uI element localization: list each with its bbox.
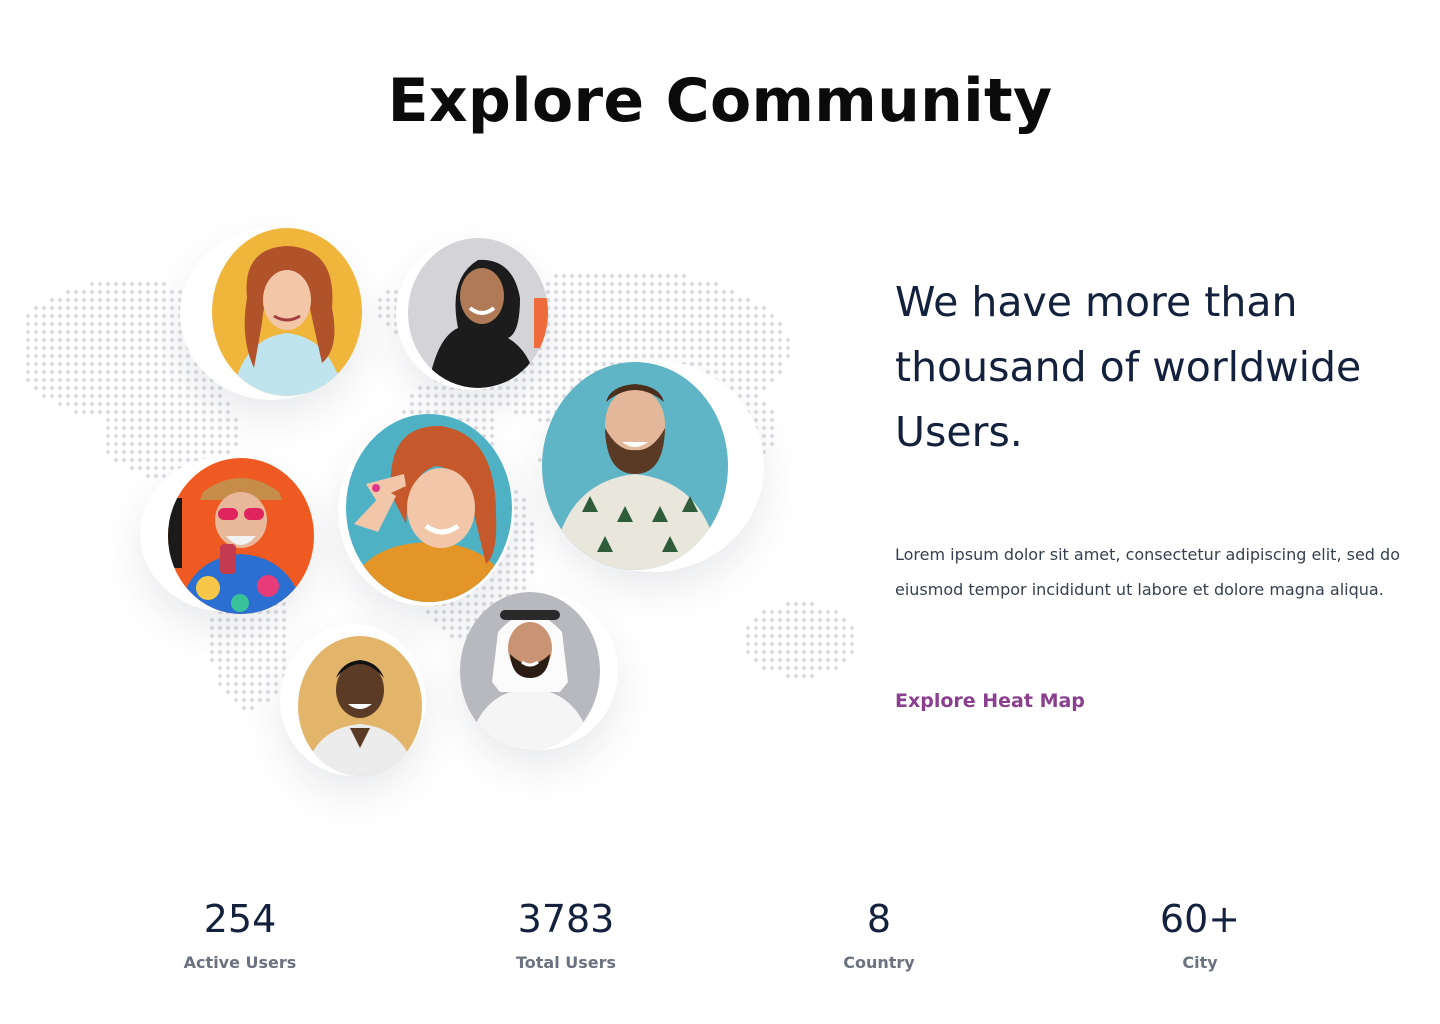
user-avatar[interactable] [212, 228, 362, 396]
stat-label: Total Users [515, 953, 617, 972]
stat-label: Country [843, 953, 915, 972]
user-avatar[interactable] [168, 458, 314, 614]
user-avatar[interactable] [460, 592, 600, 750]
stat-label: City [1182, 953, 1218, 972]
community-map [0, 200, 880, 820]
stat-value: 60+ [1159, 897, 1241, 941]
section-title: Explore Community [387, 66, 1053, 136]
section-headline: We have more than thousand of worldwide … [895, 278, 1362, 456]
stat-value: 8 [866, 897, 892, 941]
stat-label: Active Users [183, 953, 297, 972]
stat-city: 60+ City [1080, 893, 1320, 972]
stat-value: 3783 [517, 897, 615, 941]
stat-country: 8 Country [759, 893, 999, 972]
user-avatar[interactable] [408, 238, 548, 388]
section-description: Lorem ipsum dolor sit amet, consectetur … [895, 545, 1400, 599]
stat-active-users: 254 Active Users [120, 893, 360, 972]
stat-value: 254 [203, 897, 277, 941]
user-avatar[interactable] [298, 636, 422, 776]
user-avatar[interactable] [542, 362, 728, 570]
stat-total-users: 3783 Total Users [446, 893, 686, 972]
user-avatar[interactable] [346, 414, 512, 602]
explore-heat-map-link[interactable]: Explore Heat Map [895, 690, 1085, 712]
